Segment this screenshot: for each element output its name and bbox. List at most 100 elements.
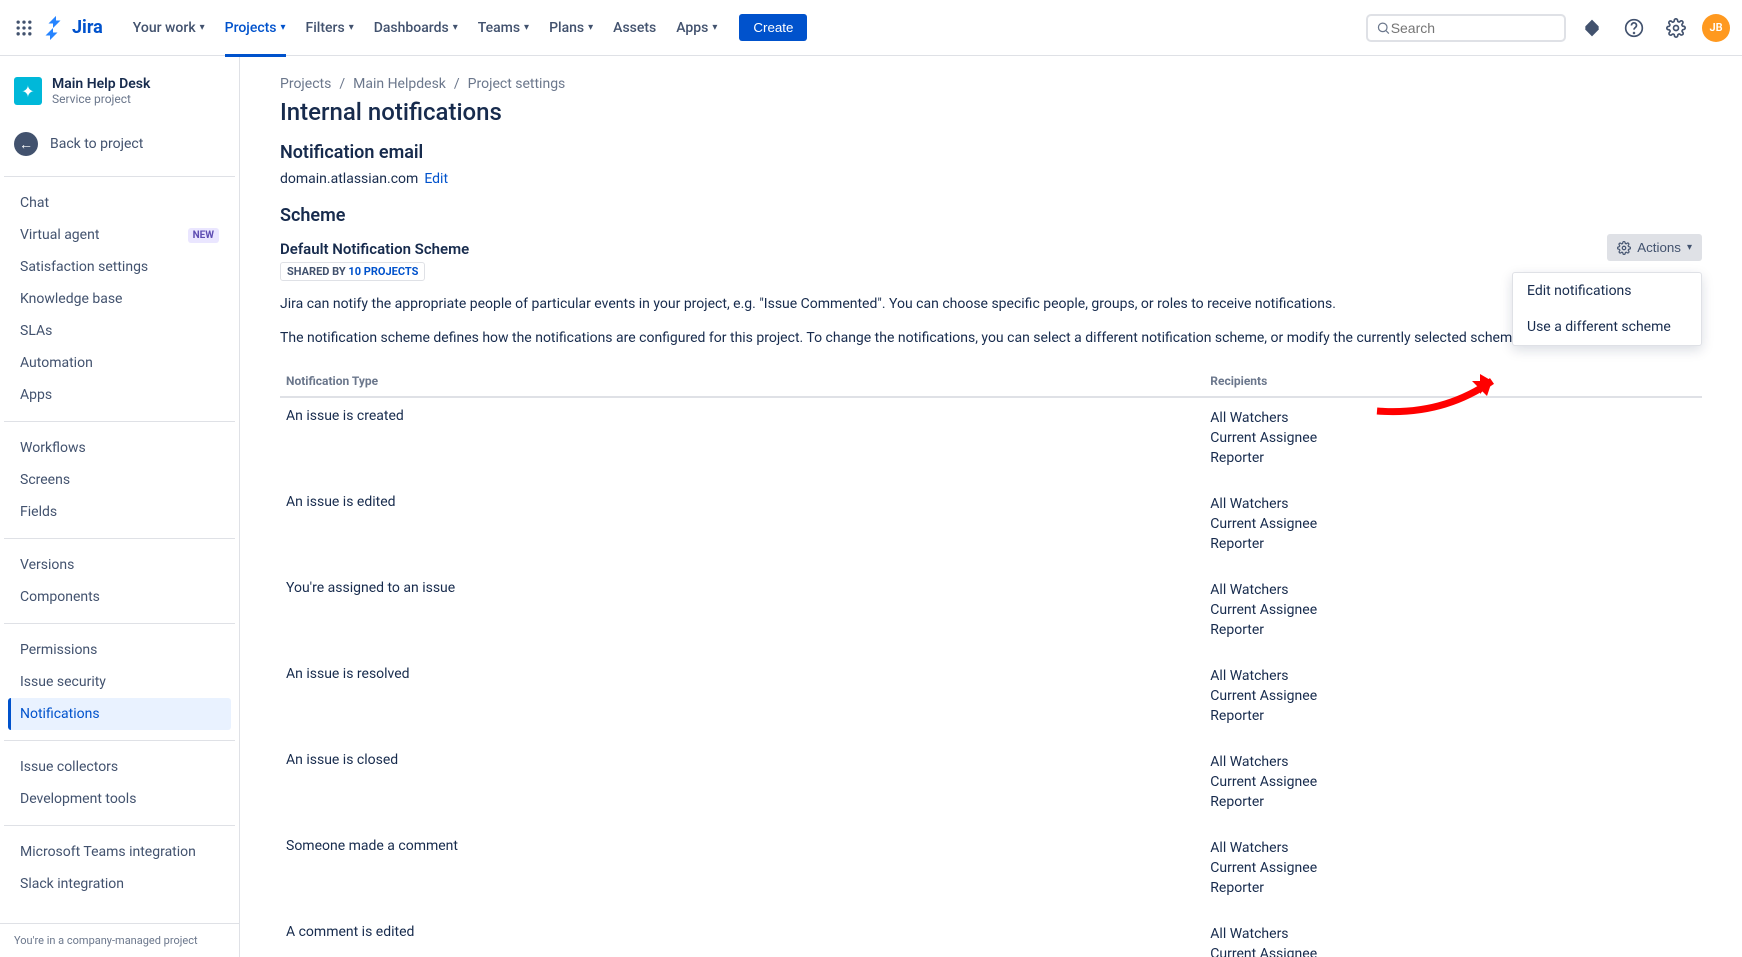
nav-plans[interactable]: Plans ▾ — [539, 12, 603, 44]
notification-type-cell: An issue is closed — [280, 742, 1204, 828]
sidebar-item-permissions[interactable]: Permissions — [8, 634, 231, 666]
scheme-desc-1: Jira can notify the appropriate people o… — [280, 295, 1702, 315]
nav-apps[interactable]: Apps ▾ — [666, 12, 727, 44]
notification-type-cell: Someone made a comment — [280, 828, 1204, 914]
table-row: An issue is editedAll WatchersCurrent As… — [280, 484, 1702, 570]
breadcrumb-item[interactable]: Main Helpdesk — [353, 76, 446, 92]
app-switcher-icon[interactable] — [12, 16, 36, 40]
project-header: ✦ Main Help Desk Service project — [0, 56, 239, 118]
sidebar-item-fields[interactable]: Fields — [8, 496, 231, 528]
sidebar-item-slack-integration[interactable]: Slack integration — [8, 868, 231, 900]
table-row: Someone made a commentAll WatchersCurren… — [280, 828, 1702, 914]
notification-type-cell: An issue is resolved — [280, 656, 1204, 742]
back-label: Back to project — [50, 136, 143, 152]
col-recipients: Recipients — [1204, 366, 1702, 397]
sidebar-item-satisfaction-settings[interactable]: Satisfaction settings — [8, 251, 231, 283]
table-row: An issue is closedAll WatchersCurrent As… — [280, 742, 1702, 828]
dropdown-item-use-a-different-scheme[interactable]: Use a different scheme — [1513, 309, 1701, 345]
table-row: You're assigned to an issueAll WatchersC… — [280, 570, 1702, 656]
main-content: Projects/Main Helpdesk/Project settings … — [240, 56, 1742, 957]
nav-filters[interactable]: Filters ▾ — [296, 12, 364, 44]
email-edit-link[interactable]: Edit — [424, 171, 448, 187]
top-nav: Jira Your work ▾Projects ▾Filters ▾Dashb… — [0, 0, 1742, 56]
sidebar-item-apps[interactable]: Apps — [8, 379, 231, 411]
gear-icon — [1617, 241, 1631, 255]
nav-dashboards[interactable]: Dashboards ▾ — [364, 12, 468, 44]
nav-assets[interactable]: Assets — [603, 12, 666, 44]
recipients-cell: All WatchersCurrent AssigneeReporter — [1204, 397, 1702, 484]
sidebar-item-workflows[interactable]: Workflows — [8, 432, 231, 464]
email-domain: domain.atlassian.com — [280, 171, 418, 187]
sidebar-item-chat[interactable]: Chat — [8, 187, 231, 219]
sidebar-item-microsoft-teams-integration[interactable]: Microsoft Teams integration — [8, 836, 231, 868]
jira-logo-text: Jira — [72, 17, 103, 38]
sidebar-item-automation[interactable]: Automation — [8, 347, 231, 379]
notification-type-cell: An issue is edited — [280, 484, 1204, 570]
breadcrumb: Projects/Main Helpdesk/Project settings — [280, 76, 1702, 92]
project-type: Service project — [52, 92, 150, 106]
search-input[interactable] — [1391, 20, 1556, 36]
notifications-icon[interactable] — [1576, 12, 1608, 44]
sidebar-item-issue-security[interactable]: Issue security — [8, 666, 231, 698]
chevron-down-icon: ▾ — [1687, 242, 1692, 253]
settings-icon[interactable] — [1660, 12, 1692, 44]
breadcrumb-item[interactable]: Project settings — [468, 76, 566, 92]
recipients-cell: All WatchersCurrent AssigneeReporter — [1204, 742, 1702, 828]
nav-teams[interactable]: Teams ▾ — [468, 12, 539, 44]
table-row: An issue is resolvedAll WatchersCurrent … — [280, 656, 1702, 742]
jira-logo[interactable]: Jira — [44, 16, 103, 40]
chevron-down-icon: ▾ — [712, 22, 717, 33]
search-box[interactable] — [1366, 14, 1566, 42]
help-icon[interactable] — [1618, 12, 1650, 44]
chevron-down-icon: ▾ — [281, 22, 286, 33]
notification-type-cell: A comment is edited — [280, 914, 1204, 957]
actions-button[interactable]: Actions ▾ — [1607, 234, 1702, 261]
dropdown-item-edit-notifications[interactable]: Edit notifications — [1513, 273, 1701, 309]
project-title: Main Help Desk — [52, 76, 150, 92]
chevron-down-icon: ▾ — [200, 22, 205, 33]
sidebar-item-virtual-agent[interactable]: Virtual agentNEW — [8, 219, 231, 251]
page-title: Internal notifications — [280, 98, 1702, 126]
scheme-name: Default Notification Scheme — [280, 240, 469, 258]
email-section-title: Notification email — [280, 142, 1702, 163]
scheme-section-title: Scheme — [280, 205, 1702, 226]
back-to-project[interactable]: ← Back to project — [0, 118, 239, 170]
nav-your-work[interactable]: Your work ▾ — [123, 12, 215, 44]
sidebar-item-slas[interactable]: SLAs — [8, 315, 231, 347]
sidebar-item-development-tools[interactable]: Development tools — [8, 783, 231, 815]
notification-type-cell: You're assigned to an issue — [280, 570, 1204, 656]
avatar[interactable]: JB — [1702, 14, 1730, 42]
chevron-down-icon: ▾ — [588, 22, 593, 33]
sidebar-item-components[interactable]: Components — [8, 581, 231, 613]
sidebar: ✦ Main Help Desk Service project ← Back … — [0, 56, 240, 957]
chevron-down-icon: ▾ — [453, 22, 458, 33]
chevron-down-icon: ▾ — [524, 22, 529, 33]
recipients-cell: All WatchersCurrent AssigneeReporter — [1204, 656, 1702, 742]
sidebar-item-versions[interactable]: Versions — [8, 549, 231, 581]
col-notification-type: Notification Type — [280, 366, 1204, 397]
scheme-desc-2: The notification scheme defines how the … — [280, 329, 1702, 349]
recipients-cell: All WatchersCurrent AssigneeReporter — [1204, 914, 1702, 957]
nav-projects[interactable]: Projects ▾ — [215, 12, 296, 44]
sidebar-item-notifications[interactable]: Notifications — [8, 698, 231, 730]
project-icon: ✦ — [14, 77, 42, 105]
shared-projects-link[interactable]: 10 PROJECTS — [348, 265, 418, 278]
sidebar-item-issue-collectors[interactable]: Issue collectors — [8, 751, 231, 783]
new-badge: NEW — [188, 228, 219, 243]
notification-type-cell: An issue is created — [280, 397, 1204, 484]
recipients-cell: All WatchersCurrent AssigneeReporter — [1204, 828, 1702, 914]
breadcrumb-item[interactable]: Projects — [280, 76, 331, 92]
sidebar-item-knowledge-base[interactable]: Knowledge base — [8, 283, 231, 315]
search-icon — [1376, 20, 1391, 36]
recipients-cell: All WatchersCurrent AssigneeReporter — [1204, 570, 1702, 656]
create-button[interactable]: Create — [739, 14, 807, 41]
recipients-cell: All WatchersCurrent AssigneeReporter — [1204, 484, 1702, 570]
sidebar-footer: You're in a company-managed project — [0, 923, 239, 957]
table-row: A comment is editedAll WatchersCurrent A… — [280, 914, 1702, 957]
chevron-down-icon: ▾ — [349, 22, 354, 33]
notifications-table: Notification Type Recipients An issue is… — [280, 366, 1702, 957]
sidebar-item-screens[interactable]: Screens — [8, 464, 231, 496]
actions-dropdown: Edit notificationsUse a different scheme — [1512, 272, 1702, 346]
back-arrow-icon: ← — [14, 132, 38, 156]
shared-by-lozenge: SHARED BY 10 PROJECTS — [280, 262, 425, 281]
